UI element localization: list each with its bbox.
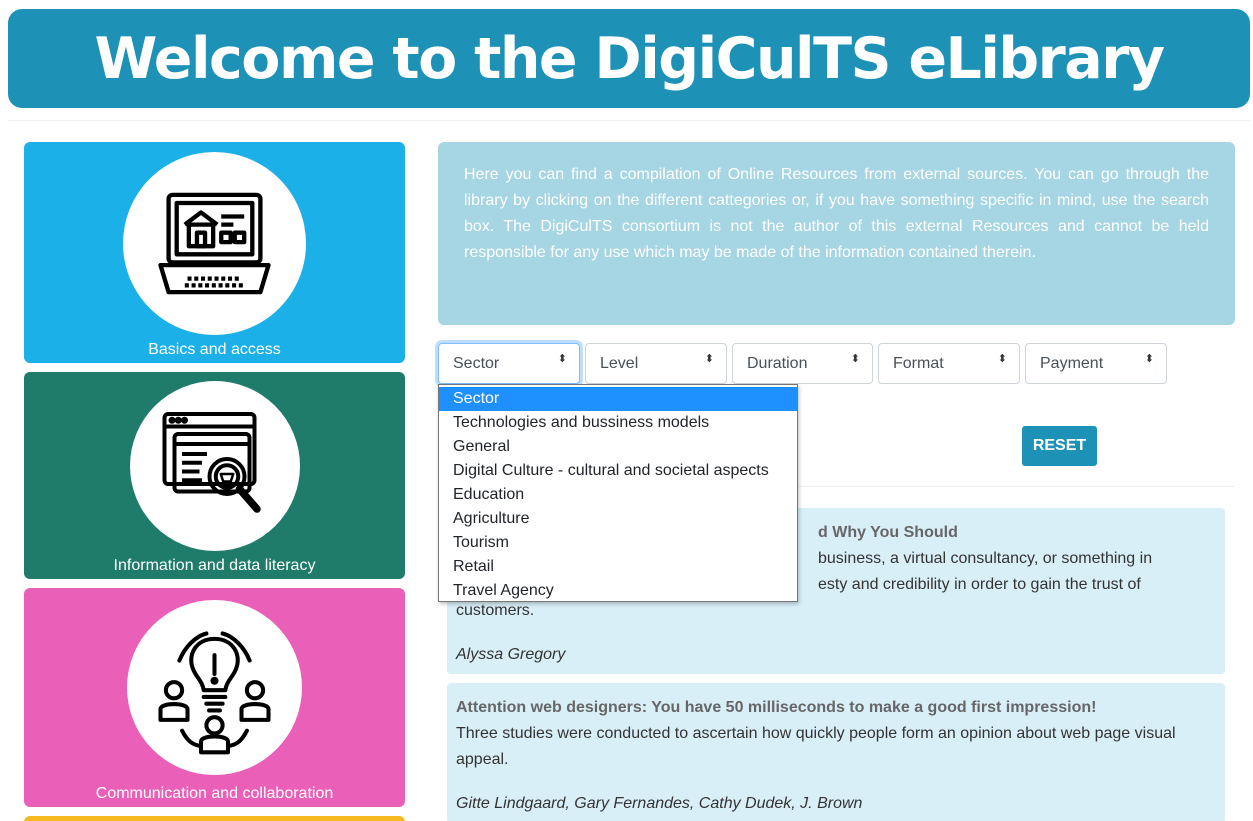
category-icon-circle [127, 600, 302, 775]
sector-dropdown-list[interactable]: Sector Technologies and bussiness models… [438, 384, 798, 602]
dropdown-option[interactable]: Tourism [439, 531, 797, 555]
level-select[interactable]: Level ⬍ [585, 343, 727, 384]
category-icon-circle [129, 381, 300, 551]
category-label: Information and data literacy [113, 557, 316, 574]
payment-select[interactable]: Payment ⬍ [1025, 343, 1167, 384]
divider [8, 120, 1250, 121]
dropdown-option[interactable]: General [439, 435, 797, 459]
page-banner: Welcome to the DigiCulTS eLibrary [8, 9, 1250, 108]
category-icon-circle [123, 152, 306, 335]
resource-card[interactable]: Attention web designers: You have 50 mil… [447, 683, 1225, 821]
dropdown-option[interactable]: Retail [439, 555, 797, 579]
reset-button[interactable]: RESET [1022, 426, 1097, 466]
dropdown-option[interactable]: Agriculture [439, 507, 797, 531]
sector-select-value: Sector [453, 354, 500, 372]
updown-caret-icon: ⬍ [704, 353, 714, 365]
category-card-4[interactable] [24, 816, 405, 821]
resource-author: Alyssa Gregory [456, 646, 566, 663]
format-select[interactable]: Format ⬍ [878, 343, 1020, 384]
category-card-communication[interactable]: Communication and collaboration [24, 588, 405, 807]
payment-select-value: Payment [1040, 354, 1104, 372]
dropdown-option[interactable]: Technologies and bussiness models [439, 411, 797, 435]
category-label: Communication and collaboration [95, 785, 334, 802]
resource-description: Three studies were conducted to ascertai… [456, 725, 1176, 768]
sector-select[interactable]: Sector ⬍ [438, 343, 580, 384]
category-card-information[interactable]: Information and data literacy [24, 372, 405, 579]
laptop-house-icon [158, 192, 271, 295]
updown-caret-icon: ⬍ [850, 353, 860, 365]
category-label: Basics and access [148, 341, 281, 358]
lightbulb-people-icon [158, 631, 271, 755]
duration-select-value: Duration [747, 354, 808, 372]
resource-author: Gitte Lindgaard, Gary Fernandes, Cathy D… [456, 795, 863, 812]
dropdown-option[interactable]: Education [439, 483, 797, 507]
updown-caret-icon: ⬍ [557, 353, 567, 365]
resource-title[interactable]: Attention web designers: You have 50 mil… [456, 695, 1216, 721]
updown-caret-icon: ⬍ [997, 353, 1007, 365]
intro-text: Here you can find a compilation of Onlin… [438, 142, 1235, 325]
updown-caret-icon: ⬍ [1144, 353, 1154, 365]
browser-search-icon [162, 411, 261, 513]
dropdown-option[interactable]: Travel Agency [439, 579, 797, 601]
duration-select[interactable]: Duration ⬍ [732, 343, 873, 384]
page-title: Welcome to the DigiCulTS eLibrary [94, 25, 1165, 92]
dropdown-option[interactable]: Sector [439, 387, 797, 411]
level-select-value: Level [600, 354, 639, 372]
dropdown-option[interactable]: Digital Culture - cultural and societal … [439, 459, 797, 483]
format-select-value: Format [893, 354, 944, 372]
category-card-basics[interactable]: Basics and access [24, 142, 405, 363]
